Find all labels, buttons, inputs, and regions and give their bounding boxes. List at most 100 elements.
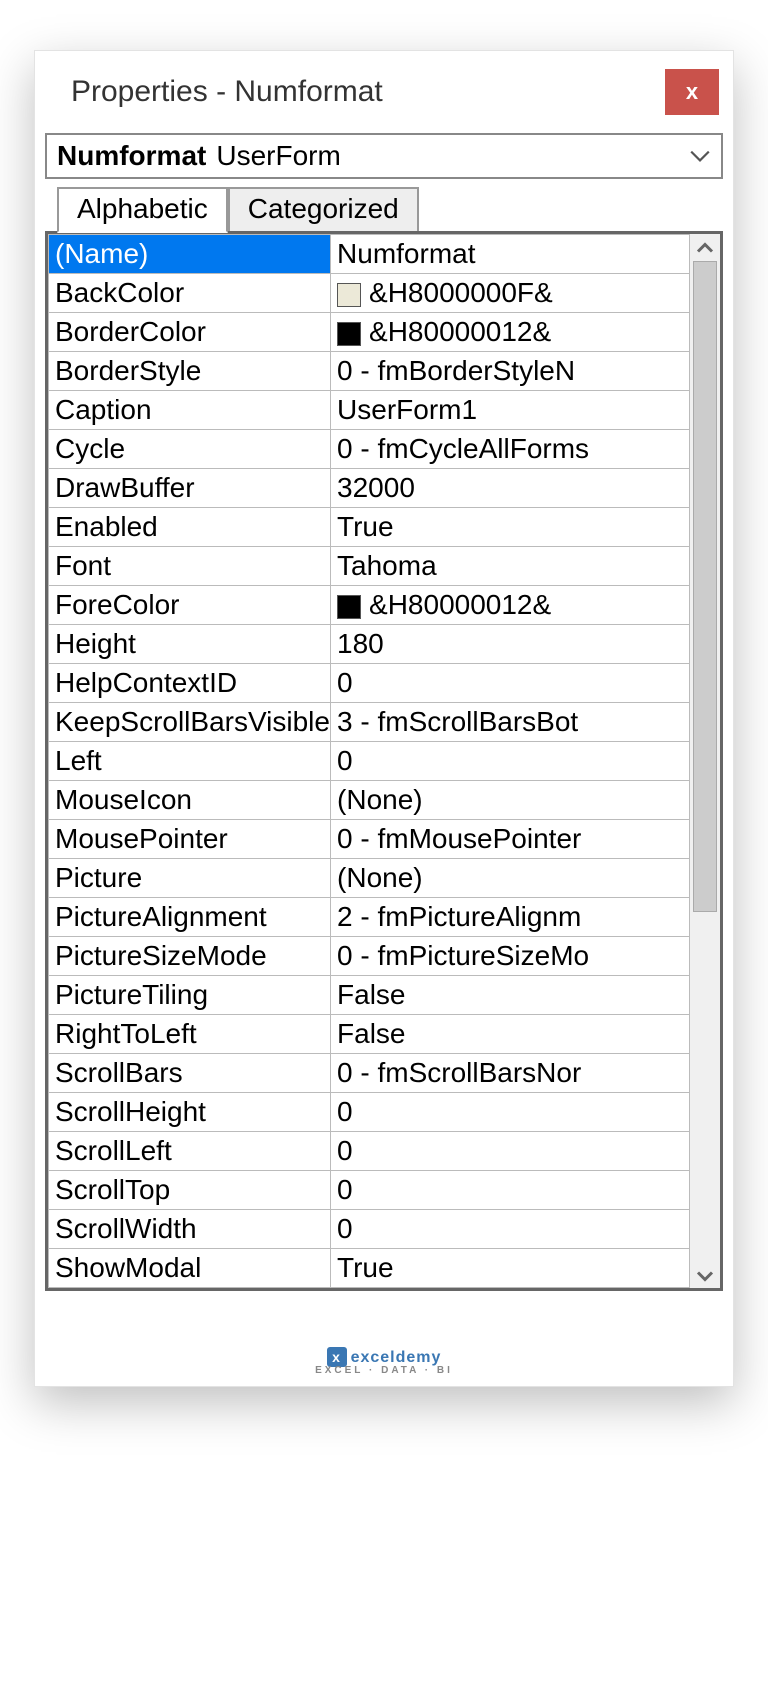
table-row[interactable]: HelpContextID0 [49, 664, 690, 703]
property-value-cell[interactable]: False [331, 976, 690, 1015]
property-name-cell[interactable]: Picture [49, 859, 331, 898]
table-row[interactable]: ScrollBars0 - fmScrollBarsNor [49, 1054, 690, 1093]
property-name-cell[interactable]: PictureTiling [49, 976, 331, 1015]
property-value: &H8000000F& [369, 277, 553, 308]
property-value-cell[interactable]: 0 [331, 1132, 690, 1171]
property-name-cell[interactable]: BorderColor [49, 313, 331, 352]
table-row[interactable]: DrawBuffer32000 [49, 469, 690, 508]
property-name-cell[interactable]: KeepScrollBarsVisible [49, 703, 331, 742]
property-value: False [337, 979, 405, 1010]
table-row[interactable]: BackColor&H8000000F& [49, 274, 690, 313]
property-value-cell[interactable]: (None) [331, 859, 690, 898]
property-value-cell[interactable]: &H80000012& [331, 586, 690, 625]
table-row[interactable]: Left0 [49, 742, 690, 781]
property-name-cell[interactable]: BackColor [49, 274, 331, 313]
property-value-cell[interactable]: 0 - fmScrollBarsNor [331, 1054, 690, 1093]
property-value-cell[interactable]: 2 - fmPictureAlignm [331, 898, 690, 937]
property-value-cell[interactable]: Tahoma [331, 547, 690, 586]
property-value-cell[interactable]: Numformat [331, 235, 690, 274]
table-row[interactable]: PictureTilingFalse [49, 976, 690, 1015]
property-value-cell[interactable]: 0 [331, 1171, 690, 1210]
property-name-cell[interactable]: Left [49, 742, 331, 781]
color-swatch-icon [337, 283, 361, 307]
property-name-cell[interactable]: PictureSizeMode [49, 937, 331, 976]
property-value: True [337, 511, 394, 542]
property-value: 3 - fmScrollBarsBot [337, 706, 578, 737]
property-value: 0 - fmMousePointer [337, 823, 581, 854]
table-row[interactable]: ScrollWidth0 [49, 1210, 690, 1249]
property-name-cell[interactable]: HelpContextID [49, 664, 331, 703]
table-row[interactable]: MousePointer0 - fmMousePointer [49, 820, 690, 859]
property-value-cell[interactable]: 0 - fmCycleAllForms [331, 430, 690, 469]
property-name-cell[interactable]: Enabled [49, 508, 331, 547]
table-row[interactable]: ShowModalTrue [49, 1249, 690, 1288]
property-value-cell[interactable]: 0 - fmMousePointer [331, 820, 690, 859]
table-row[interactable]: (Name)Numformat [49, 235, 690, 274]
table-row[interactable]: MouseIcon(None) [49, 781, 690, 820]
property-name-cell[interactable]: Cycle [49, 430, 331, 469]
vertical-scrollbar[interactable] [690, 234, 720, 1288]
property-value: 0 [337, 1135, 353, 1166]
table-row[interactable]: PictureSizeMode0 - fmPictureSizeMo [49, 937, 690, 976]
property-value-cell[interactable]: True [331, 508, 690, 547]
property-value-cell[interactable]: 0 [331, 742, 690, 781]
watermark: xexceldemy EXCEL · DATA · BI [35, 1347, 733, 1376]
table-row[interactable]: BorderColor&H80000012& [49, 313, 690, 352]
property-name-cell[interactable]: ScrollHeight [49, 1093, 331, 1132]
property-name-cell[interactable]: ScrollBars [49, 1054, 331, 1093]
table-row[interactable]: RightToLeftFalse [49, 1015, 690, 1054]
property-value-cell[interactable]: 0 - fmBorderStyleN [331, 352, 690, 391]
property-value-cell[interactable]: 3 - fmScrollBarsBot [331, 703, 690, 742]
property-value-cell[interactable]: (None) [331, 781, 690, 820]
property-name-cell[interactable]: (Name) [49, 235, 331, 274]
property-value-cell[interactable]: 0 [331, 1093, 690, 1132]
table-row[interactable]: KeepScrollBarsVisible3 - fmScrollBarsBot [49, 703, 690, 742]
property-name-cell[interactable]: ScrollLeft [49, 1132, 331, 1171]
scroll-thumb[interactable] [693, 261, 717, 912]
property-name-cell[interactable]: ShowModal [49, 1249, 331, 1288]
table-row[interactable]: Picture(None) [49, 859, 690, 898]
property-name-cell[interactable]: MousePointer [49, 820, 331, 859]
property-name-cell[interactable]: PictureAlignment [49, 898, 331, 937]
property-name-cell[interactable]: MouseIcon [49, 781, 331, 820]
property-value-cell[interactable]: 32000 [331, 469, 690, 508]
table-row[interactable]: Height180 [49, 625, 690, 664]
property-name-cell[interactable]: DrawBuffer [49, 469, 331, 508]
table-row[interactable]: FontTahoma [49, 547, 690, 586]
tab-categorized[interactable]: Categorized [228, 187, 419, 233]
table-row[interactable]: ScrollTop0 [49, 1171, 690, 1210]
table-row[interactable]: Cycle0 - fmCycleAllForms [49, 430, 690, 469]
property-value-cell[interactable]: 0 [331, 664, 690, 703]
property-value-cell[interactable]: False [331, 1015, 690, 1054]
property-name-cell[interactable]: Height [49, 625, 331, 664]
tab-alphabetic[interactable]: Alphabetic [57, 187, 228, 233]
property-name-cell[interactable]: Caption [49, 391, 331, 430]
scroll-track[interactable] [690, 261, 720, 1263]
property-value-cell[interactable]: 0 - fmPictureSizeMo [331, 937, 690, 976]
table-row[interactable]: PictureAlignment2 - fmPictureAlignm [49, 898, 690, 937]
property-value-cell[interactable]: UserForm1 [331, 391, 690, 430]
close-button[interactable]: x [665, 69, 719, 115]
table-row[interactable]: ScrollHeight0 [49, 1093, 690, 1132]
table-row[interactable]: EnabledTrue [49, 508, 690, 547]
property-value-cell[interactable]: &H8000000F& [331, 274, 690, 313]
table-row[interactable]: CaptionUserForm1 [49, 391, 690, 430]
property-name-cell[interactable]: RightToLeft [49, 1015, 331, 1054]
object-selector-dropdown[interactable]: Numformat UserForm [45, 133, 723, 179]
table-row[interactable]: ScrollLeft0 [49, 1132, 690, 1171]
close-icon: x [686, 81, 698, 103]
property-name-cell[interactable]: ScrollWidth [49, 1210, 331, 1249]
property-value-cell[interactable]: &H80000012& [331, 313, 690, 352]
table-row[interactable]: ForeColor&H80000012& [49, 586, 690, 625]
scroll-down-icon[interactable] [695, 1269, 715, 1284]
watermark-sub: EXCEL · DATA · BI [35, 1365, 733, 1376]
property-name-cell[interactable]: Font [49, 547, 331, 586]
property-value-cell[interactable]: 0 [331, 1210, 690, 1249]
property-value-cell[interactable]: True [331, 1249, 690, 1288]
table-row[interactable]: BorderStyle0 - fmBorderStyleN [49, 352, 690, 391]
property-value-cell[interactable]: 180 [331, 625, 690, 664]
property-name-cell[interactable]: ScrollTop [49, 1171, 331, 1210]
property-name-cell[interactable]: ForeColor [49, 586, 331, 625]
scroll-up-icon[interactable] [695, 240, 715, 255]
property-name-cell[interactable]: BorderStyle [49, 352, 331, 391]
